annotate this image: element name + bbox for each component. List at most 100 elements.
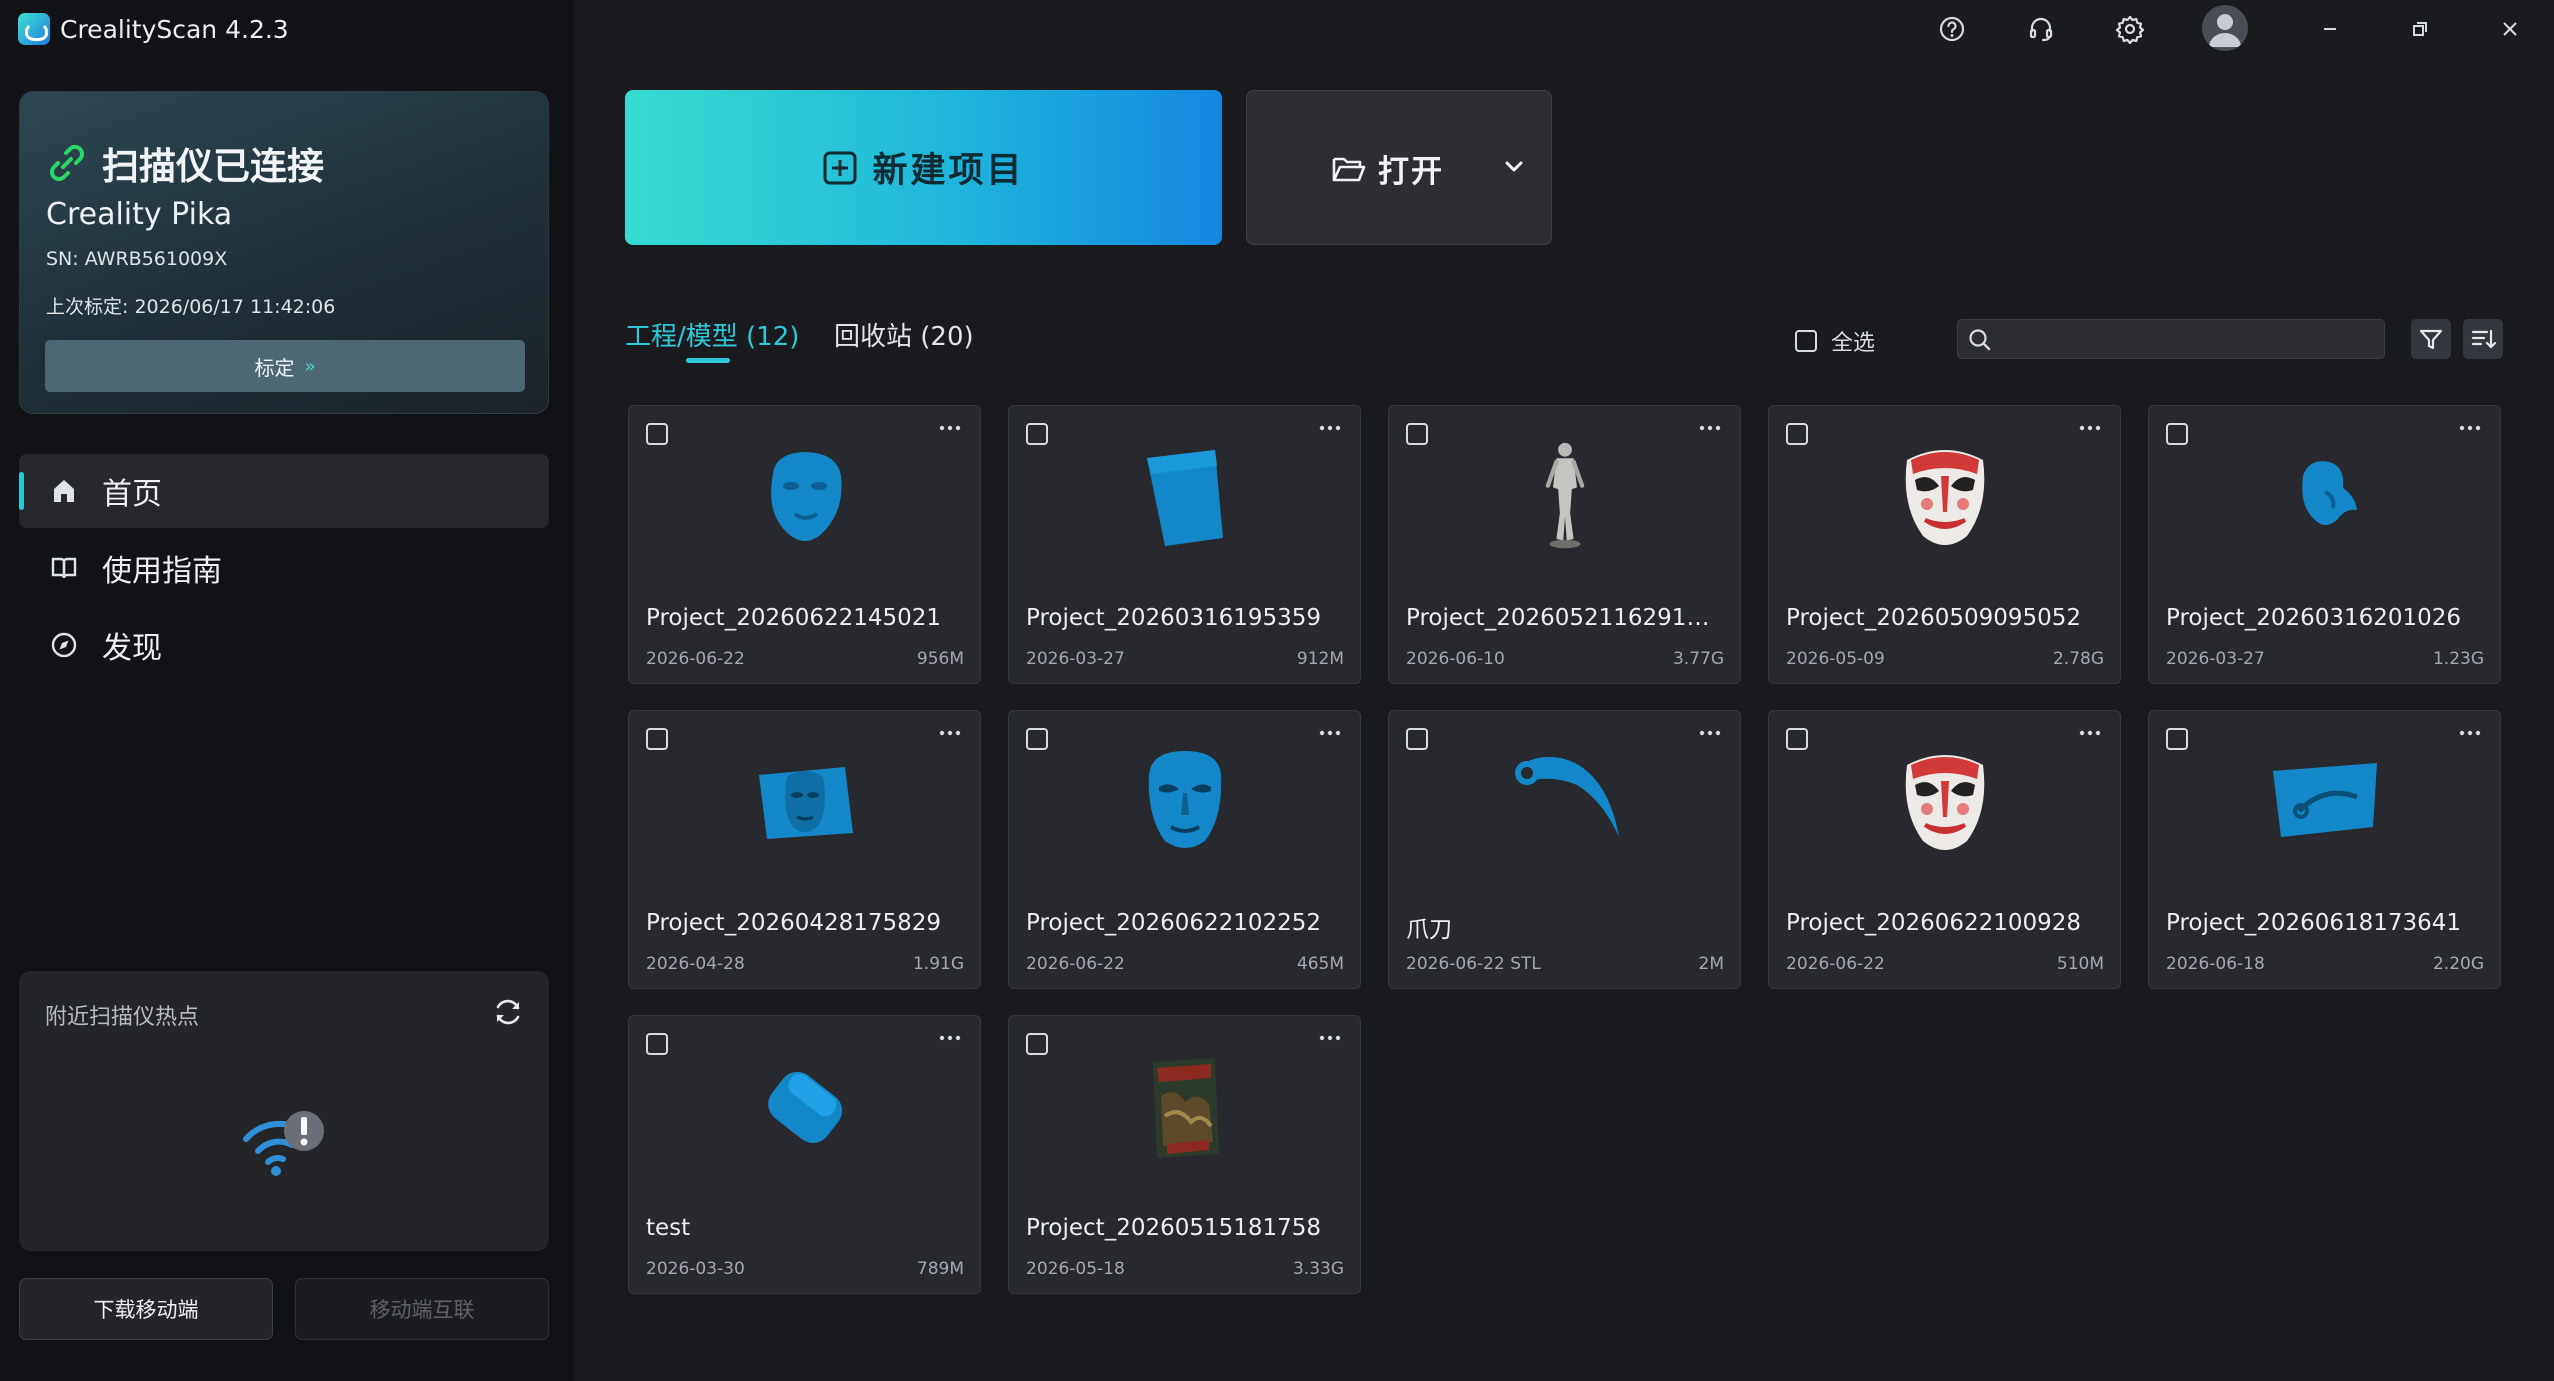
- more-options-icon[interactable]: [935, 1028, 965, 1048]
- checkbox[interactable]: [1026, 423, 1048, 445]
- checkbox[interactable]: [1406, 423, 1428, 445]
- app-title-bar: CrealityScan 4.2.3: [18, 10, 289, 48]
- app-title: CrealityScan 4.2.3: [60, 14, 289, 44]
- calibrate-button[interactable]: 标定 »: [45, 340, 525, 392]
- project-card[interactable]: Project_20260622145021 2026-06-22 956M: [628, 405, 981, 684]
- filter-button[interactable]: [2411, 319, 2451, 359]
- checkbox[interactable]: [1795, 330, 1817, 352]
- project-size: 2.20G: [2432, 954, 2484, 974]
- support-headset-icon[interactable]: [2026, 14, 2056, 44]
- project-date: 2026-06-18: [2166, 954, 2265, 974]
- project-card[interactable]: Project_20260521162911 - ... 2026-06-10 …: [1388, 405, 1741, 684]
- project-date: 2026-05-18: [1026, 1259, 1125, 1279]
- last-calibration: 上次标定: 2026/06/17 11:42:06: [46, 296, 336, 318]
- checkbox[interactable]: [1026, 728, 1048, 750]
- tab-projects[interactable]: 工程/模型 (12): [625, 316, 799, 353]
- checkbox[interactable]: [1786, 728, 1808, 750]
- more-options-icon[interactable]: [1315, 723, 1345, 743]
- checkbox[interactable]: [2166, 728, 2188, 750]
- more-options-icon[interactable]: [2455, 723, 2485, 743]
- project-date: 2026-06-22 STL: [1406, 954, 1541, 974]
- more-options-icon[interactable]: [1315, 418, 1345, 438]
- download-mobile-button[interactable]: 下载移动端: [19, 1278, 273, 1340]
- project-date: 2026-03-27: [2166, 649, 2265, 669]
- user-avatar[interactable]: [2202, 5, 2248, 51]
- sidebar-item-label: 首页: [102, 477, 162, 512]
- project-size: 465M: [1296, 954, 1344, 974]
- project-size: 1.23G: [2432, 649, 2484, 669]
- refresh-icon[interactable]: [491, 995, 525, 1029]
- folder-open-icon: [1332, 157, 1366, 181]
- minimize-icon[interactable]: [2315, 14, 2345, 44]
- sidebar-item-discover[interactable]: 发现: [19, 608, 549, 682]
- checkbox[interactable]: [646, 1033, 668, 1055]
- more-options-icon[interactable]: [2075, 723, 2105, 743]
- more-options-icon[interactable]: [2455, 418, 2485, 438]
- project-date: 2026-06-10: [1406, 649, 1505, 669]
- open-button[interactable]: 打开: [1246, 90, 1552, 245]
- project-card[interactable]: Project_20260316201026 2026-03-27 1.23G: [2148, 405, 2501, 684]
- project-date: 2026-06-22: [1786, 954, 1885, 974]
- link-icon: [49, 144, 85, 182]
- more-options-icon[interactable]: [1695, 418, 1725, 438]
- project-card[interactable]: test 2026-03-30 789M: [628, 1015, 981, 1294]
- model-thumbnail-karambit: [1515, 756, 1619, 837]
- scanner-model: Creality Pika: [46, 197, 233, 232]
- help-icon[interactable]: [1937, 14, 1967, 44]
- restore-icon[interactable]: [2405, 14, 2435, 44]
- new-project-button[interactable]: 新建项目: [625, 90, 1222, 245]
- plus-box-icon: [823, 151, 857, 184]
- checkbox[interactable]: [2166, 423, 2188, 445]
- project-size: 2M: [1698, 954, 1724, 974]
- project-size: 912M: [1296, 649, 1344, 669]
- project-card[interactable]: Project_20260515181758 2026-05-18 3.33G: [1008, 1015, 1361, 1294]
- project-name: test: [646, 1215, 691, 1241]
- scanner-status: 扫描仪已连接: [46, 136, 324, 190]
- more-options-icon[interactable]: [1695, 723, 1725, 743]
- project-date: 2026-03-30: [646, 1259, 745, 1279]
- active-tab-indicator: [686, 358, 730, 363]
- project-size: 510M: [2056, 954, 2104, 974]
- project-card[interactable]: Project_20260316195359 2026-03-27 912M: [1008, 405, 1361, 684]
- checkbox[interactable]: [1026, 1033, 1048, 1055]
- model-thumbnail-mask: [1148, 751, 1222, 848]
- project-size: 1.91G: [912, 954, 964, 974]
- search-input[interactable]: [1957, 319, 2385, 359]
- project-size: 3.77G: [1672, 649, 1724, 669]
- sidebar-item-guide[interactable]: 使用指南: [19, 531, 549, 605]
- checkbox[interactable]: [646, 423, 668, 445]
- more-options-icon[interactable]: [935, 723, 965, 743]
- select-all-checkbox[interactable]: 全选: [1795, 325, 1875, 357]
- sort-button[interactable]: [2463, 319, 2503, 359]
- sidebar: CrealityScan 4.2.3 扫描仪已连接 Creality Pika …: [0, 0, 574, 1381]
- project-date: 2026-06-22: [1026, 954, 1125, 974]
- sort-icon: [2471, 329, 2496, 349]
- checkbox[interactable]: [1406, 728, 1428, 750]
- more-options-icon[interactable]: [935, 418, 965, 438]
- project-card[interactable]: Project_20260618173641 2026-06-18 2.20G: [2148, 710, 2501, 989]
- tab-recycle-bin[interactable]: 回收站 (20): [834, 316, 974, 353]
- sidebar-item-home[interactable]: 首页: [19, 454, 549, 528]
- project-name: Project_20260509095052: [1786, 605, 2082, 631]
- settings-gear-icon[interactable]: [2115, 14, 2145, 44]
- model-thumbnail-knife-plate: [2273, 763, 2377, 837]
- project-card[interactable]: Project_20260622102252 2026-06-22 465M: [1008, 710, 1361, 989]
- checkbox[interactable]: [1786, 423, 1808, 445]
- project-card[interactable]: Project_20260428175829 2026-04-28 1.91G: [628, 710, 981, 989]
- sidebar-item-label: 发现: [102, 631, 162, 666]
- more-options-icon[interactable]: [2075, 418, 2105, 438]
- project-card[interactable]: 爪刀 2026-06-22 STL 2M: [1388, 710, 1741, 989]
- more-options-icon[interactable]: [1315, 1028, 1345, 1048]
- chevron-down-icon[interactable]: [1501, 154, 1527, 180]
- project-card[interactable]: Project_20260622100928 2026-06-22 510M: [1768, 710, 2121, 989]
- project-name: 爪刀: [1406, 917, 1452, 943]
- model-thumbnail-opera-mask: [1905, 755, 1985, 850]
- scanner-serial-number: SN: AWRB561009X: [46, 248, 228, 270]
- project-name: Project_20260622145021: [646, 605, 942, 631]
- project-card[interactable]: Project_20260509095052 2026-05-09 2.78G: [1768, 405, 2121, 684]
- scanner-status-text: 扫描仪已连接: [102, 145, 324, 188]
- checkbox[interactable]: [646, 728, 668, 750]
- mobile-link-button[interactable]: 移动端互联: [295, 1278, 549, 1340]
- close-icon[interactable]: [2495, 14, 2525, 44]
- book-icon: [51, 557, 77, 579]
